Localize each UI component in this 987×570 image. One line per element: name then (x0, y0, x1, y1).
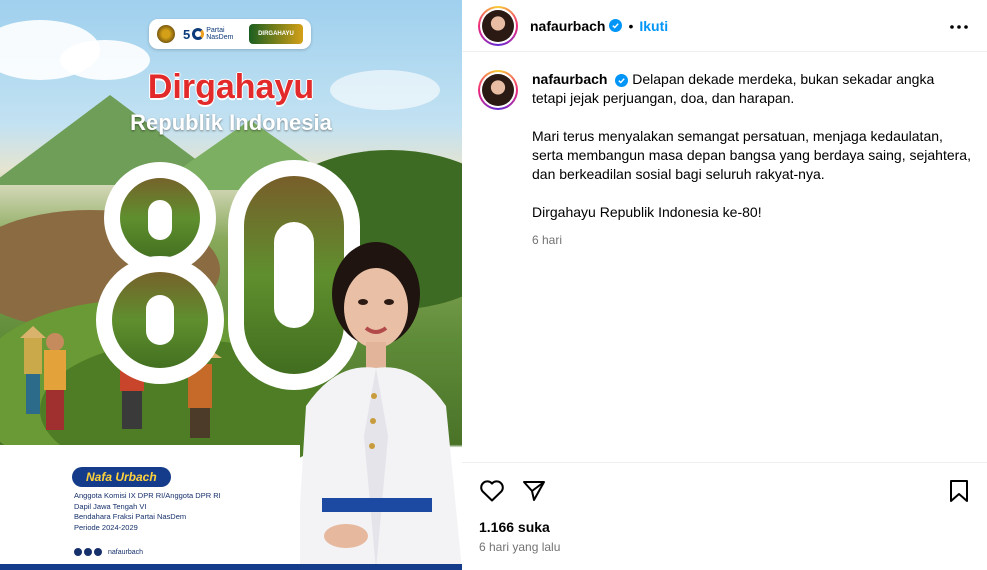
action-bar (462, 462, 987, 516)
avatar-image (482, 9, 514, 42)
heart-icon[interactable] (479, 479, 505, 503)
facebook-icon (84, 548, 92, 556)
send-icon[interactable] (522, 479, 546, 503)
like-count[interactable]: 1.166 suka (479, 519, 550, 535)
info-line: Bendahara Fraksi Partai NasDem (74, 512, 187, 521)
image-title: Dirgahayu (147, 68, 315, 106)
dpr-emblem-icon (157, 25, 175, 43)
post-date[interactable]: 6 hari yang lalu (479, 540, 560, 554)
image-subtitle: Republik Indonesia (130, 110, 332, 135)
name-label: Nafa Urbach (72, 467, 171, 487)
social-handles: nafaurbach (74, 548, 143, 556)
caption-block: nafaurbach Delapan dekade merdeka, bukan… (478, 70, 973, 250)
verified-icon (609, 19, 623, 32)
caption-paragraph: Dirgahayu Republik Indonesia ke-80! (532, 204, 762, 220)
post-image[interactable]: 5 Partai NasDem DIRGAHAYU Dirgahayu Repub… (0, 0, 462, 570)
verified-icon (615, 74, 629, 87)
info-line: Periode 2024-2029 (74, 522, 138, 532)
caption-avatar[interactable] (478, 70, 518, 110)
partner-logos: 5 Partai NasDem DIRGAHAYU (149, 19, 311, 49)
tiktok-icon (94, 548, 102, 556)
caption-username[interactable]: nafaurbach (532, 71, 607, 87)
caption-paragraph: Mari terus menyalakan semangat persatuan… (532, 128, 971, 182)
separator: • (628, 17, 634, 34)
follow-button[interactable]: Ikuti (639, 18, 668, 34)
post-panel: nafaurbach • Ikuti nafaurbach Delapan de… (462, 0, 987, 570)
instagram-icon (74, 548, 82, 556)
merdeka-logo: DIRGAHAYU (249, 24, 303, 44)
header-username[interactable]: nafaurbach (530, 18, 605, 34)
bookmark-icon[interactable] (948, 479, 970, 503)
caption-time[interactable]: 6 hari (532, 231, 972, 250)
post-header: nafaurbach • Ikuti (462, 0, 987, 52)
avatar-image (482, 74, 514, 106)
info-line: Anggota Komisi IX DPR RI/Anggota DPR RI (74, 491, 221, 500)
bottom-band (0, 564, 462, 570)
portrait-figure (296, 242, 462, 570)
avatar[interactable] (478, 5, 518, 46)
more-horizontal-icon[interactable] (949, 17, 969, 37)
nasdem-50-logo: 5 Partai NasDem (183, 26, 234, 42)
caption: nafaurbach Delapan dekade merdeka, bukan… (532, 70, 972, 250)
info-lines: Anggota Komisi IX DPR RI/Anggota DPR RI … (74, 491, 221, 533)
info-line: Dapil Jawa Tengah VI (74, 501, 147, 511)
